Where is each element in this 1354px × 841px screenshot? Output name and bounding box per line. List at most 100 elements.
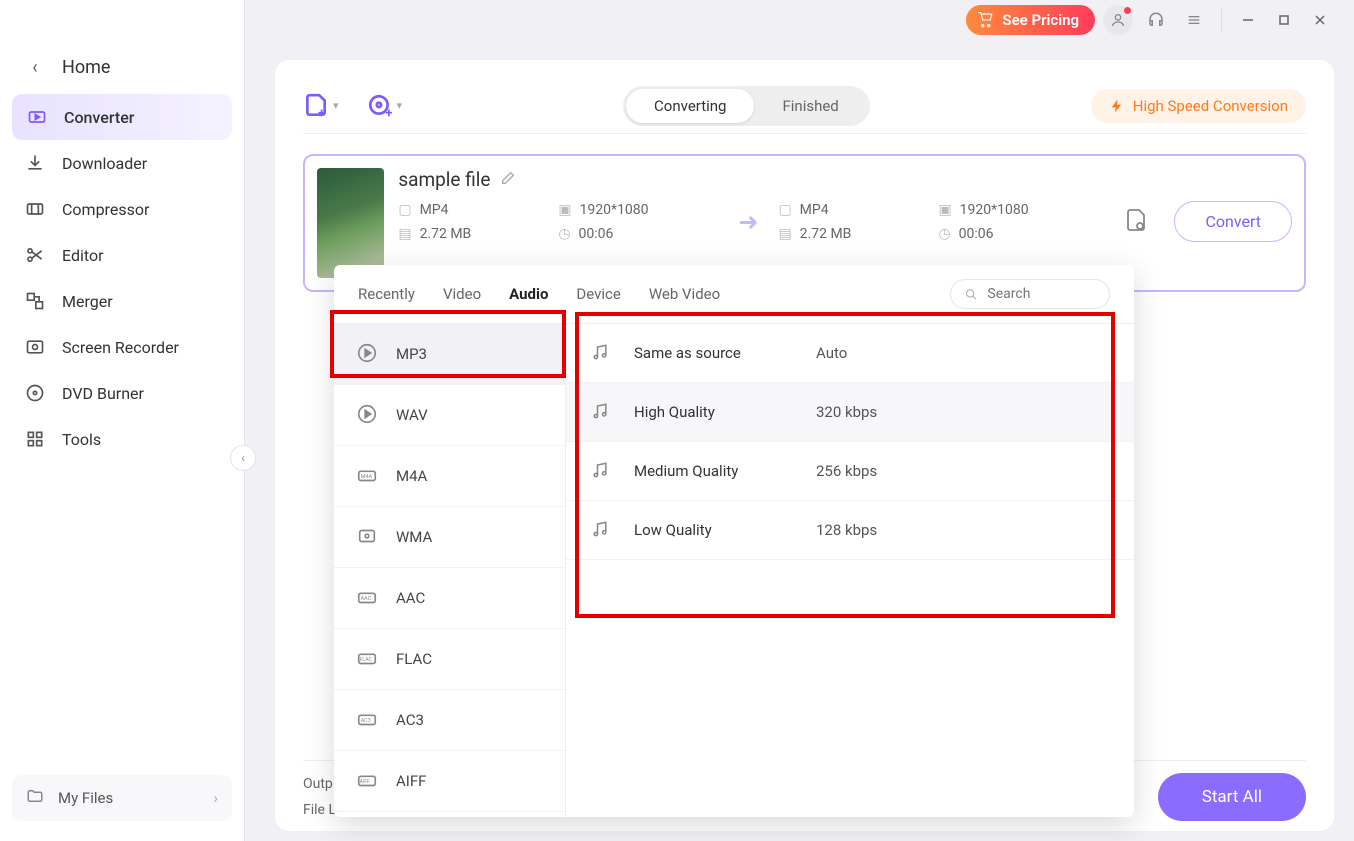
nav-screen-recorder[interactable]: Screen Recorder — [0, 324, 244, 370]
format-tabs: Recently Video Audio Device Web Video — [334, 265, 1134, 324]
my-files-button[interactable]: My Files › — [12, 775, 232, 821]
format-wma[interactable]: WMA — [334, 507, 565, 568]
nav-label: Screen Recorder — [62, 338, 179, 357]
svg-text:M4A: M4A — [361, 474, 373, 480]
source-meta: ▢MP4 ▣1920*1080 ▤2.72 MB ◷00:06 — [398, 202, 718, 242]
search-icon — [965, 287, 977, 302]
compressor-icon — [24, 198, 46, 220]
quality-list: Same as source Auto High Quality 320 kbp… — [566, 324, 1134, 817]
quality-same-as-source[interactable]: Same as source Auto — [566, 324, 1134, 383]
format-mp3[interactable]: MP3 — [334, 324, 565, 385]
close-button[interactable] — [1306, 6, 1334, 34]
nav-tools[interactable]: Tools — [0, 416, 244, 462]
menu-icon[interactable] — [1179, 5, 1209, 35]
topbar: See Pricing — [946, 0, 1354, 40]
tab-audio[interactable]: Audio — [509, 285, 548, 303]
svg-text:FLAC: FLAC — [360, 657, 373, 663]
music-icon — [590, 519, 612, 541]
nav-converter[interactable]: Converter — [12, 94, 232, 140]
size-icon: ▤ — [778, 226, 791, 242]
merger-icon — [24, 290, 46, 312]
format-m4a[interactable]: M4AM4A — [334, 446, 565, 507]
nav-label: Tools — [62, 430, 101, 449]
nav-home[interactable]: ‹ Home — [0, 40, 244, 94]
wma-icon — [356, 525, 380, 549]
sidebar: ‹ Home Converter Downloader Compressor E… — [0, 0, 245, 841]
format-flac[interactable]: FLACFLAC — [334, 629, 565, 690]
my-files-label: My Files — [58, 789, 113, 807]
clock-icon: ◷ — [558, 226, 570, 242]
audio-icon — [356, 403, 380, 427]
divider — [1221, 9, 1222, 31]
video-thumbnail[interactable] — [317, 168, 384, 278]
flac-icon: FLAC — [356, 647, 380, 671]
disc-icon — [24, 382, 46, 404]
recorder-icon — [24, 336, 46, 358]
format-search[interactable] — [950, 279, 1110, 309]
music-icon — [590, 460, 612, 482]
start-all-button[interactable]: Start All — [1158, 773, 1306, 821]
tab-web-video[interactable]: Web Video — [649, 285, 720, 303]
lightning-icon — [1109, 98, 1125, 114]
tab-converting[interactable]: Converting — [626, 89, 754, 123]
user-icon[interactable] — [1103, 5, 1133, 35]
arrow-right-icon: ➜ — [728, 208, 768, 236]
format-list: MP3 WAV M4AM4A WMA AACAAC FLACFLAC AC3AC… — [334, 324, 566, 817]
quality-medium[interactable]: Medium Quality 256 kbps — [566, 442, 1134, 501]
svg-text:AIFF: AIFF — [360, 779, 370, 785]
format-panel: Recently Video Audio Device Web Video MP… — [334, 265, 1134, 817]
audio-icon — [356, 342, 380, 366]
headset-icon[interactable] — [1141, 5, 1171, 35]
converter-icon — [26, 106, 48, 128]
chevron-left-icon: ‹ — [24, 56, 46, 78]
nav-editor[interactable]: Editor — [0, 232, 244, 278]
chevron-right-icon: › — [213, 789, 218, 807]
resolution-icon: ▣ — [558, 202, 571, 218]
nav-label: Merger — [62, 292, 113, 311]
format-aac[interactable]: AACAAC — [334, 568, 565, 629]
see-pricing-button[interactable]: See Pricing — [966, 5, 1095, 35]
svg-text:AAC: AAC — [361, 596, 372, 602]
minimize-button[interactable] — [1234, 6, 1262, 34]
add-file-button[interactable]: + ▾ — [303, 93, 339, 119]
svg-text:AC3: AC3 — [361, 718, 371, 724]
video-icon: ▢ — [398, 202, 411, 218]
add-disc-button[interactable]: + ▾ — [367, 93, 403, 119]
target-meta: ▢MP4 ▣1920*1080 ▤2.72 MB ◷00:06 — [778, 202, 1098, 242]
quality-high[interactable]: High Quality 320 kbps — [566, 383, 1134, 442]
output-settings-icon[interactable] — [1124, 208, 1148, 236]
size-icon: ▤ — [398, 226, 411, 242]
sidebar-collapse-button[interactable]: ‹ — [230, 445, 256, 471]
search-input[interactable] — [987, 286, 1095, 302]
tab-finished[interactable]: Finished — [754, 89, 866, 123]
nav-downloader[interactable]: Downloader — [0, 140, 244, 186]
scissors-icon — [24, 244, 46, 266]
tab-video[interactable]: Video — [443, 285, 481, 303]
cart-icon — [976, 11, 994, 29]
high-speed-badge[interactable]: High Speed Conversion — [1091, 89, 1306, 123]
nav-dvd-burner[interactable]: DVD Burner — [0, 370, 244, 416]
nav-label: DVD Burner — [62, 384, 144, 403]
ac3-icon: AC3 — [356, 708, 380, 732]
main-header: + ▾ + ▾ Converting Finished High Speed C… — [303, 78, 1306, 134]
nav-label: Home — [62, 57, 110, 78]
nav-label: Downloader — [62, 154, 147, 173]
tab-device[interactable]: Device — [576, 285, 620, 303]
nav-compressor[interactable]: Compressor — [0, 186, 244, 232]
clock-icon: ◷ — [938, 226, 950, 242]
format-wav[interactable]: WAV — [334, 385, 565, 446]
download-icon — [24, 152, 46, 174]
tab-recently[interactable]: Recently — [358, 285, 415, 303]
quality-low[interactable]: Low Quality 128 kbps — [566, 501, 1134, 560]
nav-label: Compressor — [62, 200, 149, 219]
nav-label: Converter — [64, 108, 134, 127]
output-label: Outp — [303, 776, 336, 792]
svg-text:+: + — [318, 105, 325, 118]
format-ac3[interactable]: AC3AC3 — [334, 690, 565, 751]
edit-name-icon[interactable] — [500, 170, 516, 190]
nav-merger[interactable]: Merger — [0, 278, 244, 324]
format-aiff[interactable]: AIFFAIFF — [334, 751, 565, 812]
maximize-button[interactable] — [1270, 6, 1298, 34]
convert-button[interactable]: Convert — [1174, 201, 1292, 242]
chevron-down-icon: ▾ — [397, 99, 403, 112]
